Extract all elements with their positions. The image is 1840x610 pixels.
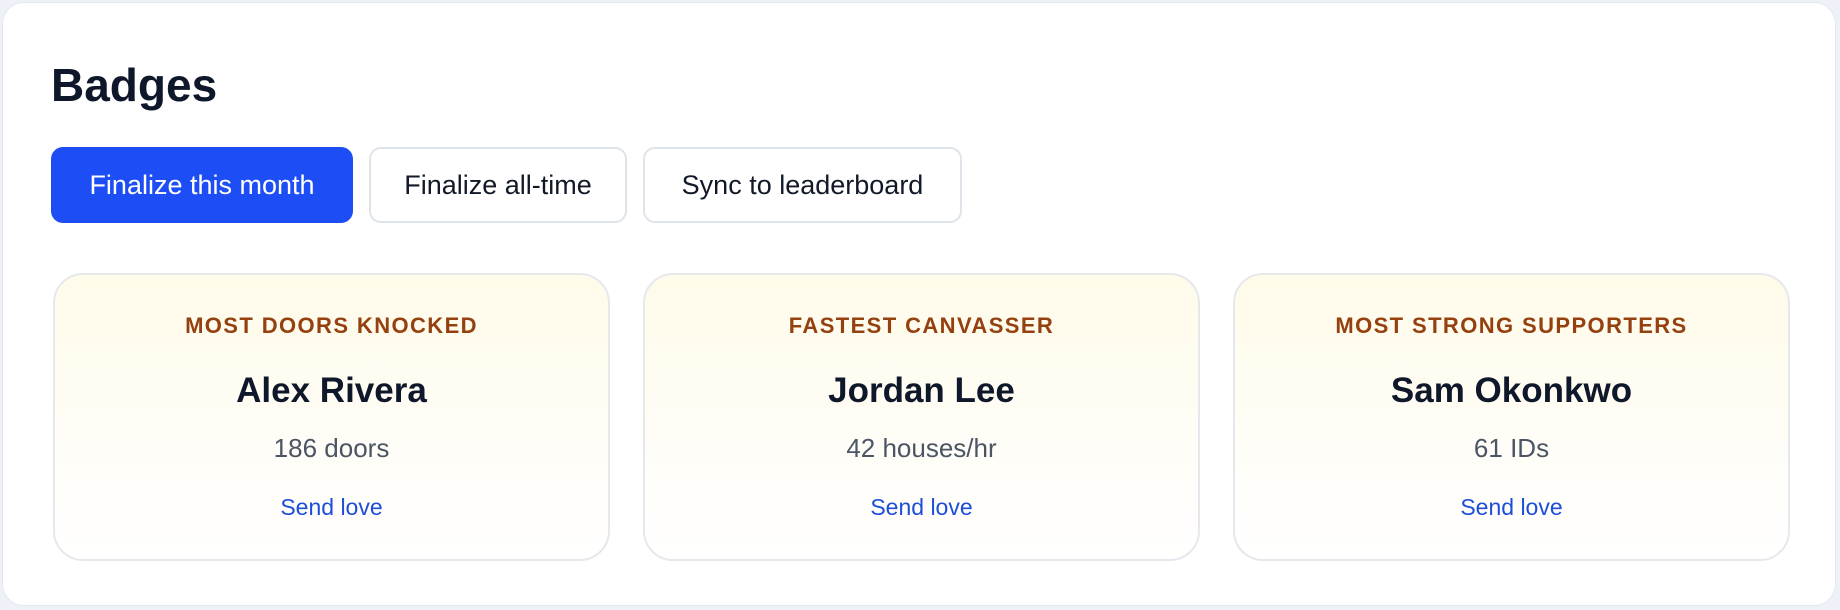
badge-card-most-doors-knocked: MOST DOORS KNOCKED Alex Rivera 186 doors… (53, 273, 610, 561)
page-title: Badges (51, 59, 218, 111)
send-love-link[interactable]: Send love (645, 494, 1198, 521)
badge-category: MOST STRONG SUPPORTERS (1335, 313, 1688, 338)
badge-stat: 42 houses/hr (846, 433, 997, 463)
badge-category: FASTEST CANVASSER (788, 313, 1055, 338)
badges-panel: Badges Finalize this month Finalize all-… (2, 2, 1836, 606)
send-love-link[interactable]: Send love (1235, 494, 1788, 521)
badge-winner-name: Jordan Lee (828, 371, 1015, 410)
send-love-link[interactable]: Send love (55, 494, 608, 521)
badge-stat: 61 IDs (1473, 433, 1550, 463)
finalize-this-month-button[interactable]: Finalize this month (51, 147, 353, 223)
sync-to-leaderboard-button[interactable]: Sync to leaderboard (643, 147, 962, 223)
badge-winner-name: Sam Okonkwo (1390, 371, 1633, 410)
badge-category: MOST DOORS KNOCKED (185, 313, 478, 338)
badge-cards: MOST DOORS KNOCKED Alex Rivera 186 doors… (53, 273, 1790, 561)
badge-card-most-strong-supporters: MOST STRONG SUPPORTERS Sam Okonkwo 61 ID… (1233, 273, 1790, 561)
badge-stat: 186 doors (273, 433, 390, 463)
action-bar: Finalize this month Finalize all-time Sy… (51, 147, 962, 223)
finalize-all-time-button[interactable]: Finalize all-time (369, 147, 627, 223)
badge-card-fastest-canvasser: FASTEST CANVASSER Jordan Lee 42 houses/h… (643, 273, 1200, 561)
badge-winner-name: Alex Rivera (236, 371, 427, 410)
